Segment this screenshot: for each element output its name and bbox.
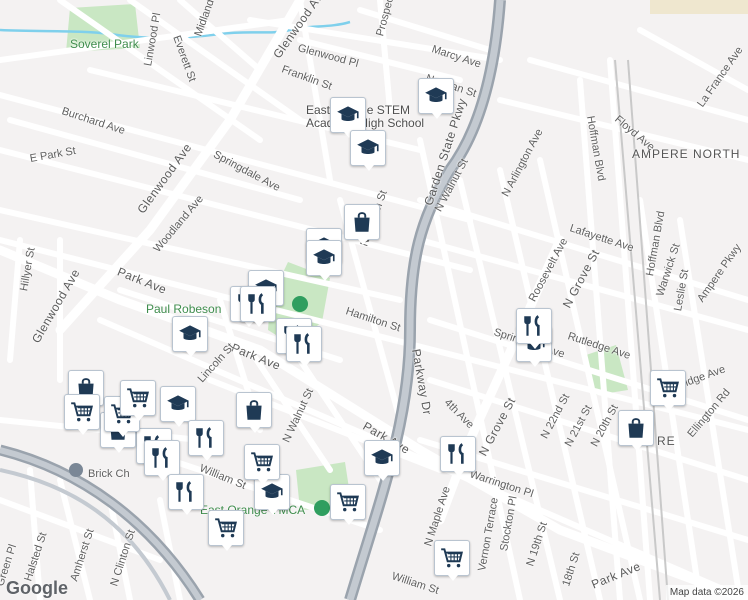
shopping-bag-pin[interactable] <box>618 410 654 451</box>
restaurant-icon <box>524 315 540 336</box>
shopping-bag-icon <box>246 400 262 420</box>
grocery-cart-pin[interactable] <box>244 444 280 485</box>
shopping-bag-pin[interactable] <box>344 204 380 245</box>
school-pin[interactable] <box>418 78 454 119</box>
restaurant-pin[interactable] <box>516 308 552 349</box>
grocery-cart-icon <box>657 378 679 398</box>
place-label-brick-church: Brick Ch <box>88 468 130 480</box>
school-icon <box>357 139 379 154</box>
restaurant-icon <box>448 443 464 464</box>
school-pin[interactable] <box>172 316 208 357</box>
restaurant-pin[interactable] <box>188 420 224 461</box>
grocery-cart-icon <box>441 548 463 568</box>
school-icon <box>371 449 393 464</box>
restaurant-pin[interactable] <box>286 326 322 367</box>
grocery-cart-icon <box>337 492 359 512</box>
shopping-bag-pin[interactable] <box>236 392 272 433</box>
map-attribution[interactable]: Map data ©2026 <box>665 585 748 600</box>
shopping-bag-icon <box>628 418 644 438</box>
map-base <box>0 0 748 600</box>
restaurant-pin[interactable] <box>440 436 476 477</box>
park-label-soverel: Soverel Park <box>70 37 139 51</box>
restaurant-icon <box>294 333 310 354</box>
map-canvas[interactable]: Soverel Park Paul Robeson East Orange YM… <box>0 0 748 600</box>
shopping-bag-icon <box>354 212 370 232</box>
area-label-re: RE <box>657 434 676 448</box>
grocery-cart-icon <box>71 402 93 422</box>
restaurant-icon <box>248 293 264 314</box>
school-pin[interactable] <box>160 386 196 427</box>
grocery-cart-icon <box>251 452 273 472</box>
park-label-paul-robeson: Paul Robeson <box>146 302 222 316</box>
restaurant-pin[interactable] <box>144 440 180 481</box>
school-icon <box>337 106 359 121</box>
restaurant-pin[interactable] <box>168 474 204 515</box>
restaurant-icon <box>152 447 168 468</box>
grocery-cart-pin[interactable] <box>120 380 156 421</box>
school-icon <box>425 87 447 102</box>
school-pin[interactable] <box>306 240 342 281</box>
grocery-cart-pin[interactable] <box>434 540 470 581</box>
school-icon <box>167 395 189 410</box>
grocery-cart-icon <box>127 388 149 408</box>
grocery-cart-pin[interactable] <box>208 510 244 551</box>
school-icon <box>313 249 335 264</box>
grocery-cart-pin[interactable] <box>64 394 100 435</box>
school-pin[interactable] <box>330 97 366 138</box>
school-label-stem: East Orange STEM Academy High School <box>306 103 425 130</box>
school-pin[interactable] <box>364 440 400 481</box>
grocery-cart-pin[interactable] <box>650 370 686 411</box>
grocery-cart-pin[interactable] <box>330 484 366 525</box>
google-logo: Google <box>6 578 68 598</box>
restaurant-icon <box>196 427 212 448</box>
grocery-cart-icon <box>215 518 237 538</box>
restaurant-icon <box>176 481 192 502</box>
restaurant-pin[interactable] <box>240 286 276 327</box>
school-pin[interactable] <box>350 130 386 171</box>
school-icon <box>179 325 201 340</box>
